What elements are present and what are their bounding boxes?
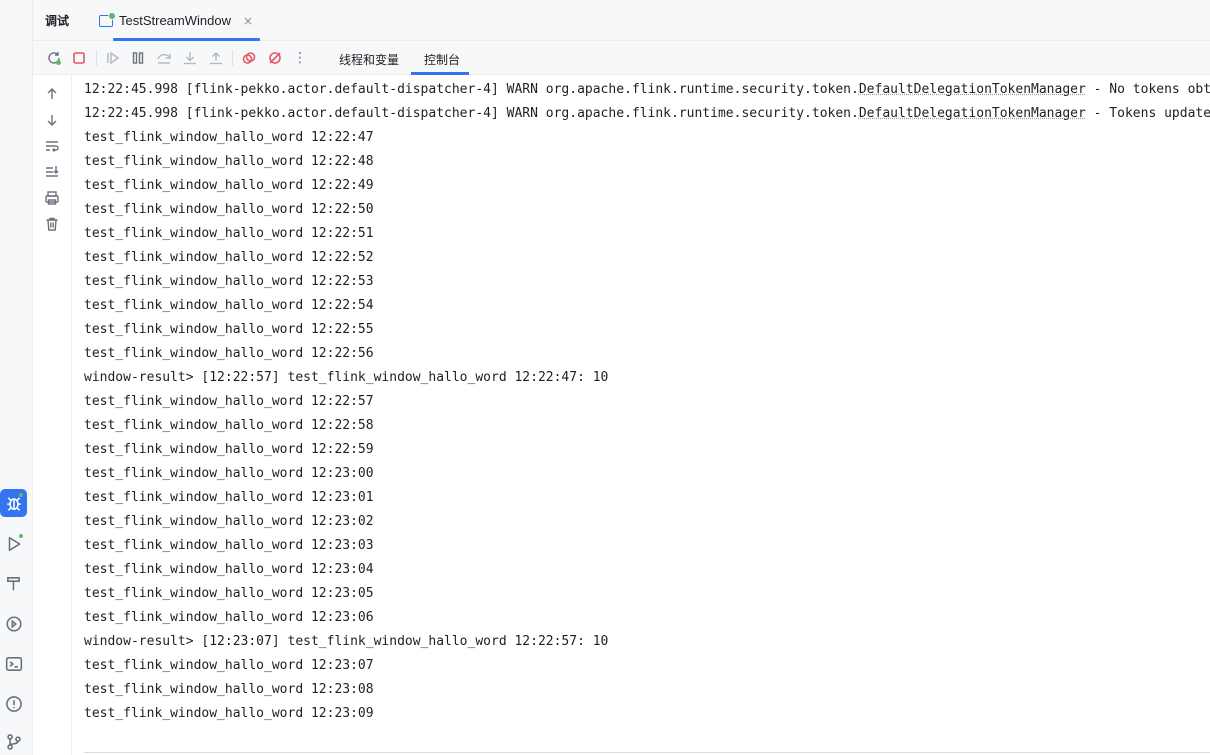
log-line: test_flink_window_hallo_word 12:22:57 <box>84 394 374 409</box>
log-line: test_flink_window_hallo_word 12:22:47 <box>84 130 374 145</box>
log-line: test_flink_window_hallo_word 12:22:52 <box>84 250 374 265</box>
resume-icon[interactable] <box>104 49 122 67</box>
tab-test-stream-window[interactable]: TestStreamWindow × <box>99 0 259 41</box>
log-line: test_flink_window_hallo_word 12:23:09 <box>84 706 374 721</box>
log-line-window-result: window-result> [12:22:57] test_flink_win… <box>84 370 609 385</box>
log-line-warn: 12:22:45.998 [flink-pekko.actor.default-… <box>84 106 1210 121</box>
stop-icon[interactable] <box>70 49 88 67</box>
log-line: test_flink_window_hallo_word 12:23:04 <box>84 562 374 577</box>
log-line: test_flink_window_hallo_word 12:22:49 <box>84 178 374 193</box>
tab-threads-variables[interactable]: 线程和变量 <box>339 51 399 68</box>
class-link[interactable]: DefaultDelegationTokenManager <box>859 106 1086 121</box>
log-line: test_flink_window_hallo_word 12:22:50 <box>84 202 374 217</box>
scroll-up-icon[interactable] <box>43 85 61 103</box>
active-tab-indicator <box>411 72 469 75</box>
debug-icon[interactable] <box>0 489 27 517</box>
log-line: test_flink_window_hallo_word 12:22:56 <box>84 346 374 361</box>
clear-all-icon[interactable] <box>43 215 61 233</box>
toolbar-separator <box>96 50 97 66</box>
class-link[interactable]: DefaultDelegationTokenManager <box>859 82 1086 97</box>
view-breakpoints-icon[interactable] <box>240 49 258 67</box>
run-config-icon <box>99 11 116 27</box>
log-line: test_flink_window_hallo_word 12:22:58 <box>84 418 374 433</box>
step-into-icon[interactable] <box>181 49 199 67</box>
log-line: test_flink_window_hallo_word 12:22:54 <box>84 298 374 313</box>
log-line: test_flink_window_hallo_word 12:23:05 <box>84 586 374 601</box>
print-icon[interactable] <box>43 189 61 207</box>
step-out-icon[interactable] <box>207 49 225 67</box>
step-over-icon[interactable] <box>155 49 173 67</box>
scroll-down-icon[interactable] <box>43 111 61 129</box>
git-icon[interactable] <box>0 728 27 755</box>
scroll-to-end-icon[interactable] <box>43 163 61 181</box>
pause-icon[interactable] <box>129 49 147 67</box>
log-line-window-result: window-result> [12:23:07] test_flink_win… <box>84 634 609 649</box>
tab-console[interactable]: 控制台 <box>424 51 460 68</box>
console-gutter <box>33 75 72 755</box>
soft-wrap-icon[interactable] <box>43 137 61 155</box>
log-line: test_flink_window_hallo_word 12:23:01 <box>84 490 374 505</box>
log-line: test_flink_window_hallo_word 12:22:48 <box>84 154 374 169</box>
log-line: test_flink_window_hallo_word 12:23:07 <box>84 658 374 673</box>
log-line: test_flink_window_hallo_word 12:22:55 <box>84 322 374 337</box>
log-line: test_flink_window_hallo_word 12:23:02 <box>84 514 374 529</box>
tab-label: TestStreamWindow <box>119 13 231 28</box>
tool-window-title: 调试 <box>45 14 70 28</box>
services-icon[interactable] <box>0 610 27 638</box>
terminal-icon[interactable] <box>0 650 27 678</box>
log-line-warn: 12:22:45.998 [flink-pekko.actor.default-… <box>84 82 1210 97</box>
close-icon[interactable]: × <box>243 14 253 28</box>
tool-window-strip <box>0 0 33 755</box>
more-options-icon[interactable]: ⋮ <box>291 49 309 67</box>
mute-breakpoints-icon[interactable] <box>266 49 284 67</box>
build-hammer-icon[interactable] <box>0 570 27 598</box>
console-output[interactable]: 12:22:45.998 [flink-pekko.actor.default-… <box>84 78 1210 755</box>
log-line: test_flink_window_hallo_word 12:23:03 <box>84 538 374 553</box>
log-line: test_flink_window_hallo_word 12:23:00 <box>84 466 374 481</box>
debug-toolbar: ⋮ 线程和变量 控制台 <box>33 41 1210 75</box>
log-line: test_flink_window_hallo_word 12:23:08 <box>84 682 374 697</box>
log-line: test_flink_window_hallo_word 12:22:59 <box>84 442 374 457</box>
run-icon[interactable] <box>0 530 27 558</box>
rerun-icon[interactable] <box>45 49 63 67</box>
log-line: test_flink_window_hallo_word 12:23:06 <box>84 610 374 625</box>
console-input-divider <box>84 752 1210 753</box>
toolbar-separator <box>232 50 233 66</box>
log-line: test_flink_window_hallo_word 12:22:51 <box>84 226 374 241</box>
debug-tool-window-header: 调试 TestStreamWindow × <box>33 0 1210 41</box>
problems-icon[interactable] <box>0 690 27 718</box>
log-line: test_flink_window_hallo_word 12:22:53 <box>84 274 374 289</box>
